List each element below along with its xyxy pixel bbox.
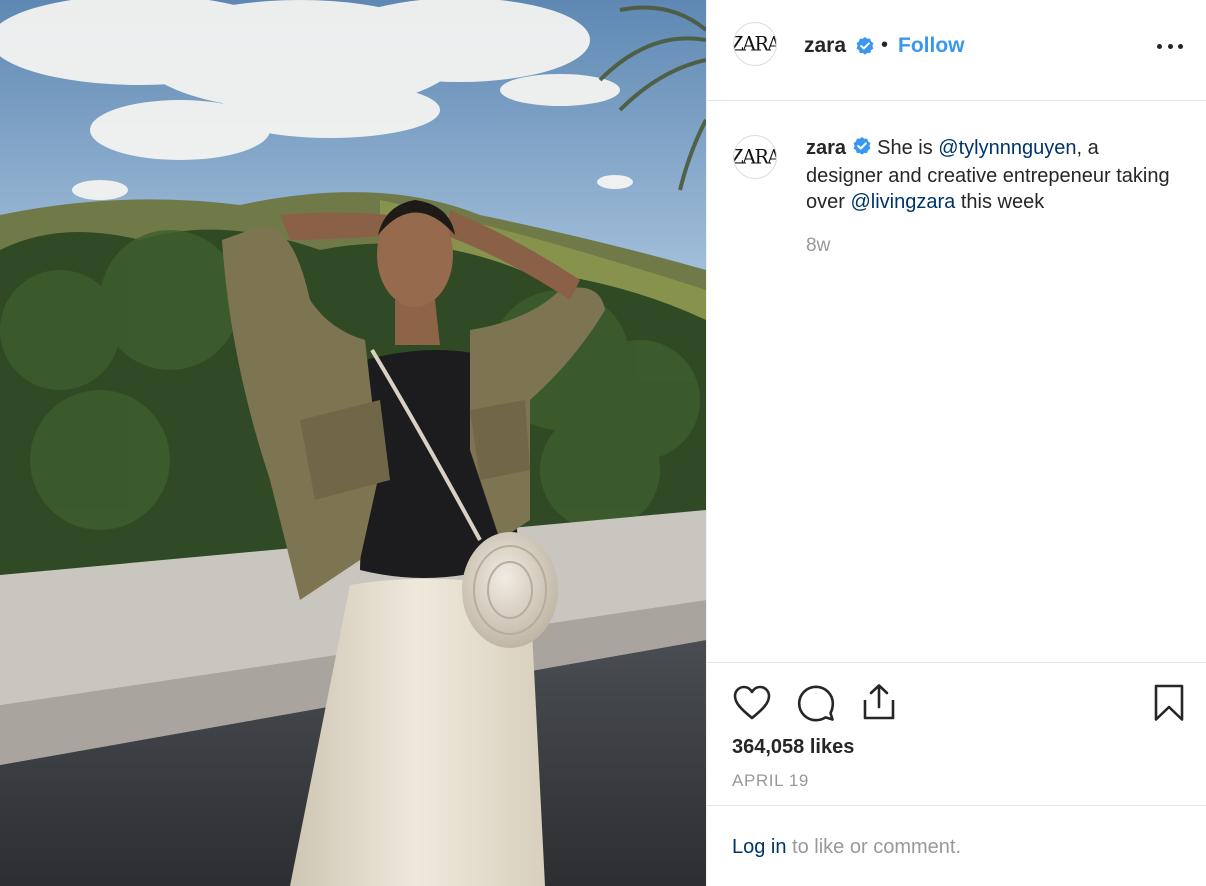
login-row: Log in to like or comment.	[732, 836, 961, 859]
post-photo[interactable]	[0, 0, 706, 886]
verified-badge-icon	[852, 136, 872, 163]
caption-part1: She is	[871, 137, 939, 159]
more-options-icon[interactable]	[1157, 36, 1183, 56]
login-link[interactable]: Log in	[732, 836, 787, 858]
caption-username[interactable]: zara	[806, 137, 846, 159]
heart-icon[interactable]	[733, 685, 771, 726]
account-avatar[interactable]: ZARA	[733, 22, 777, 66]
account-username[interactable]: zara	[804, 34, 846, 58]
post-date[interactable]: APRIL 19	[732, 771, 809, 791]
post-age[interactable]: 8w	[806, 235, 830, 257]
zara-logo: ZARA	[734, 32, 777, 56]
verified-badge-icon	[855, 36, 875, 61]
post-actions: 364,058 likes APRIL 19	[707, 662, 1206, 806]
follow-button[interactable]: Follow	[898, 34, 965, 58]
mention-link-1[interactable]: @tylynnnguyen	[938, 137, 1076, 159]
zara-logo: ZARA	[734, 145, 777, 169]
share-icon[interactable]	[861, 683, 897, 726]
caption-avatar[interactable]: ZARA	[733, 135, 777, 179]
caption-text: zara She is @tylynnnguyen, a designer an…	[806, 135, 1176, 215]
bookmark-icon[interactable]	[1153, 684, 1185, 727]
likes-count[interactable]: 364,058 likes	[732, 736, 854, 759]
post-image	[0, 0, 706, 886]
post-side-panel: ZARA zara • Follow ZARA zara She is @tyl…	[706, 0, 1206, 886]
caption-part3: this week	[955, 191, 1045, 213]
login-rest-text: to like or comment.	[786, 836, 962, 858]
login-prompt: Log in to like or comment.	[707, 805, 1206, 886]
separator-dot: •	[881, 34, 889, 56]
comment-icon[interactable]	[797, 684, 835, 727]
post-header: ZARA zara • Follow	[707, 0, 1206, 101]
mention-link-2[interactable]: @livingzara	[850, 191, 955, 213]
